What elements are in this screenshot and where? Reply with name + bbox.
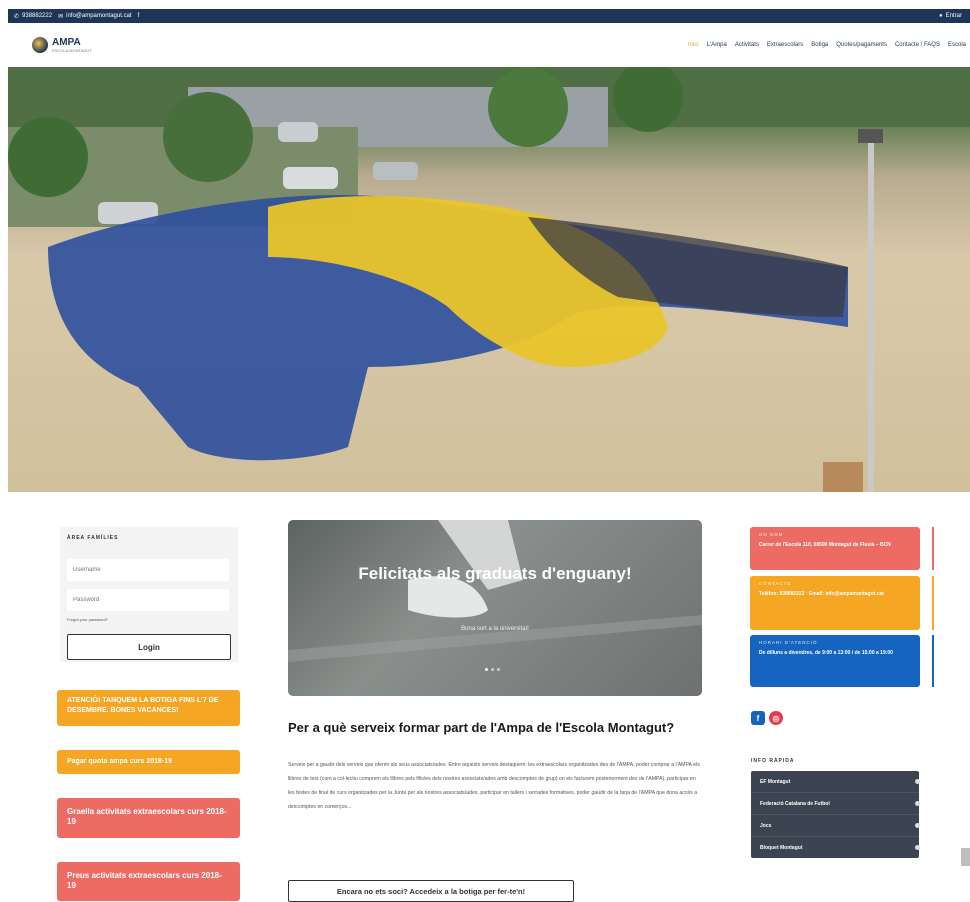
- facebook-icon: f: [137, 13, 140, 19]
- email-link[interactable]: ✉ info@ampamontagut.cat: [58, 13, 132, 20]
- quick-info-item-label: Jocs: [760, 822, 772, 829]
- main-nav: Inici L'Ampa Activitats Extraescolars Bo…: [688, 42, 966, 48]
- logo-subtitle: ESCOLA MONTAGUT: [52, 47, 92, 53]
- instagram-icon[interactable]: ◎: [769, 711, 783, 725]
- nav-item-contacte[interactable]: Contacte / FAQS: [895, 42, 940, 48]
- slider-dot-3[interactable]: [497, 668, 500, 671]
- contact-card-label: HORARI D'ATENCIÓ: [759, 640, 818, 645]
- section-heading: Per a què serveix formar part de l'Ampa …: [288, 720, 675, 735]
- card-edge: [932, 576, 934, 630]
- top-bar: ✆ 938882222 ✉ info@ampamontagut.cat f ● …: [8, 9, 970, 23]
- social-links: f ◎: [751, 711, 783, 725]
- phone-link[interactable]: ✆ 938882222: [14, 13, 52, 20]
- phone-text: 938882222: [22, 13, 53, 19]
- slider-dot-1[interactable]: [485, 668, 488, 671]
- promo-preus-activitats[interactable]: Preus activitats extraescolars curs 2018…: [57, 862, 240, 901]
- forgot-password-link[interactable]: Forgot your password?: [67, 617, 108, 622]
- nav-item-ampa[interactable]: L'Ampa: [707, 42, 727, 48]
- contact-card-label: ON SOM: [759, 532, 784, 537]
- contact-card-location: ON SOM Carrer de l'Escola 110, 08500 Mon…: [750, 527, 934, 570]
- join-shop-button[interactable]: Encara no ets soci? Accedeix a la botiga…: [288, 880, 574, 902]
- login-panel: ÀREA FAMÍLIES Forgot your password? Logi…: [60, 527, 238, 662]
- logo-title: AMPA: [52, 36, 81, 48]
- card-edge: [932, 635, 934, 687]
- mail-icon: ✉: [58, 13, 64, 20]
- quick-info-item-label: EF Montagut: [760, 778, 791, 785]
- nav-item-escola[interactable]: Escola: [948, 42, 966, 48]
- password-input[interactable]: [67, 589, 229, 611]
- quick-info-item[interactable]: Jocs: [751, 815, 920, 837]
- contact-card-value: De dilluns a divendres, de 9:00 a 13:00 …: [759, 650, 893, 656]
- nav-item-inici[interactable]: Inici: [688, 42, 699, 48]
- contact-card-hours: HORARI D'ATENCIÓ De dilluns a divendres,…: [750, 635, 934, 687]
- chevron-right-icon: [915, 823, 920, 828]
- quick-info-item[interactable]: Bloquet Montagut: [751, 837, 920, 858]
- facebook-top-link[interactable]: f: [138, 13, 140, 19]
- slider-subtitle[interactable]: Bona sort a la universitat!: [288, 626, 702, 632]
- chevron-right-icon: [915, 801, 920, 806]
- nav-item-activitats[interactable]: Activitats: [735, 42, 759, 48]
- user-icon: ●: [939, 13, 943, 19]
- email-text: info@ampamontagut.cat: [66, 13, 132, 19]
- quick-info-title: INFO RÀPIDA: [751, 758, 795, 764]
- nav-item-botiga[interactable]: Botiga: [811, 42, 828, 48]
- username-input[interactable]: [67, 559, 229, 581]
- quick-info-list: EF Montagut Federació Catalana de Futbol…: [751, 771, 920, 858]
- contact-card-value[interactable]: Telèfon: 938882222 · Email: info@ampamon…: [759, 590, 911, 599]
- promo-pagar-quota[interactable]: Pagar quota ampa curs 2018-19: [57, 750, 240, 774]
- site-logo[interactable]: AMPA ESCOLA MONTAGUT: [32, 37, 92, 53]
- login-top-link[interactable]: ● Entrar: [939, 13, 962, 19]
- card-edge: [932, 527, 934, 570]
- contact-card-contact: CONTACTE Telèfon: 938882222 · Email: inf…: [750, 576, 934, 630]
- quick-info-item-label: Bloquet Montagut: [760, 844, 803, 851]
- news-slider[interactable]: Felicitats als graduats d'enguany! Bona …: [288, 520, 702, 696]
- login-button[interactable]: Login: [67, 634, 231, 660]
- contact-card-label: CONTACTE: [759, 581, 792, 586]
- hero-image: [8, 67, 970, 492]
- hero-photo-illustration: [8, 67, 970, 492]
- site-header: AMPA ESCOLA MONTAGUT Inici L'Ampa Activi…: [8, 23, 970, 67]
- promo-graella-activitats[interactable]: Graella activitats extraescolars curs 20…: [57, 798, 240, 838]
- section-body-text: Serveix per a gaudir dels serveis que of…: [288, 762, 700, 810]
- logo-mark-icon: [32, 37, 48, 53]
- login-panel-title: ÀREA FAMÍLIES: [67, 535, 119, 541]
- contact-card-value: Carrer de l'Escola 110, 08500 Montagut d…: [759, 542, 891, 548]
- quick-info-item[interactable]: EF Montagut: [751, 771, 920, 793]
- phone-icon: ✆: [14, 13, 20, 20]
- promo-botiga-tancada[interactable]: ATENCIÓ! TANQUEM LA BOTIGA FINS L'7 DE D…: [57, 690, 240, 726]
- chevron-right-icon: [915, 779, 920, 784]
- quick-info-item[interactable]: Federació Catalana de Futbol: [751, 793, 920, 815]
- quick-info-item-label: Federació Catalana de Futbol: [760, 800, 830, 807]
- slider-dot-2[interactable]: [491, 668, 494, 671]
- facebook-icon[interactable]: f: [751, 711, 765, 725]
- nav-item-extraescolars[interactable]: Extraescolars: [767, 42, 803, 48]
- slider-dots: [485, 668, 500, 671]
- slider-title: Felicitats als graduats d'enguany!: [358, 564, 632, 583]
- chevron-right-icon: [915, 845, 920, 850]
- login-top-text: Entrar: [945, 13, 962, 19]
- scroll-to-top-button[interactable]: [961, 848, 970, 866]
- nav-item-quotes[interactable]: Quotes/pagaments: [836, 42, 887, 48]
